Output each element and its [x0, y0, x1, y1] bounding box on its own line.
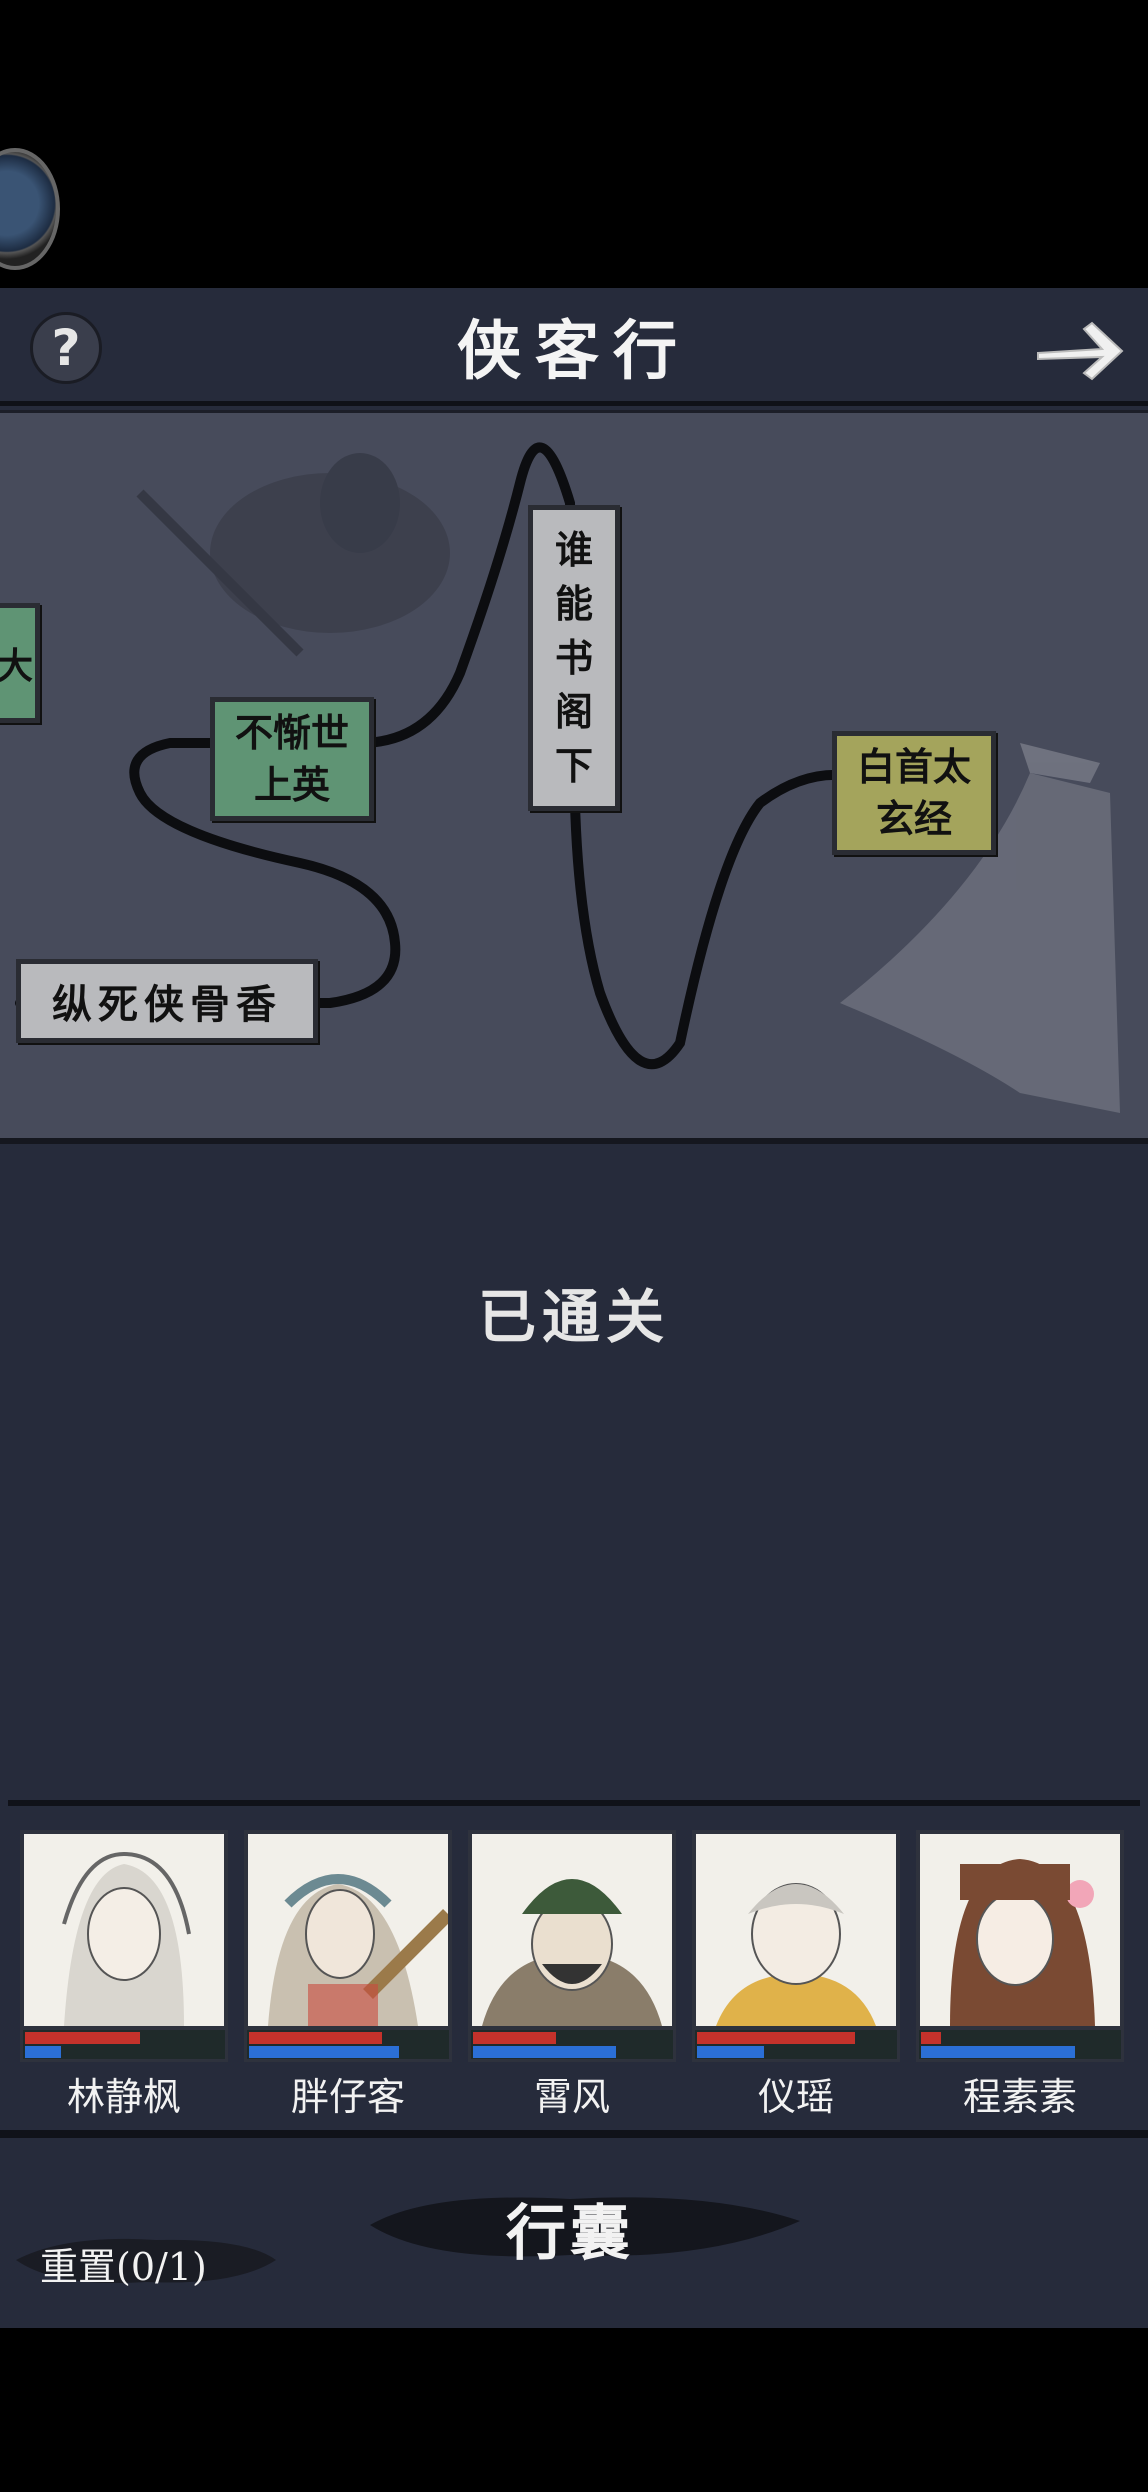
- status-bars: [916, 2030, 1124, 2062]
- arrow-right-icon: [1037, 321, 1124, 381]
- status-bars: [468, 2030, 676, 2062]
- next-button[interactable]: [1030, 310, 1130, 390]
- stage-node-bu-can-shi-shang-ying[interactable]: 不惭世 上英: [210, 697, 374, 821]
- divider: [8, 1800, 1140, 1806]
- mp-bar: [921, 2046, 1075, 2058]
- stage-node-shui-neng-shu-ge-xia[interactable]: 谁 能 书 阁 下: [528, 505, 620, 811]
- mp-bar: [249, 2046, 399, 2058]
- hp-bar: [473, 2032, 556, 2044]
- portrait-image: [244, 1830, 452, 2030]
- party-member[interactable]: 霄风: [468, 1830, 676, 2121]
- route-map: 大 不惭世 上英 谁 能 书 阁 下 白首太 玄经 纵死侠骨香: [0, 410, 1148, 1144]
- mp-bar: [25, 2046, 61, 2058]
- member-name: 霄风: [533, 2075, 610, 2119]
- party-member[interactable]: 仪瑶: [692, 1830, 900, 2121]
- swordsman-silhouette-icon: [136, 453, 450, 657]
- navigation-bar-area: [0, 2328, 1148, 2492]
- hp-bar: [249, 2032, 382, 2044]
- status-bars: [692, 2030, 900, 2062]
- status-bars: [20, 2030, 228, 2062]
- stage-node-bai-shou-tai-xuan-jing[interactable]: 白首太 玄经: [832, 731, 996, 855]
- portrait-image: [20, 1830, 228, 2030]
- bag-button[interactable]: 行囊: [370, 2185, 770, 2272]
- member-name: 程素素: [962, 2075, 1077, 2119]
- page-title: 侠客行: [457, 314, 691, 389]
- portrait-image: [916, 1830, 1124, 2030]
- member-name: 林静枫: [66, 2075, 181, 2119]
- hp-bar: [921, 2032, 941, 2044]
- status-bars: [244, 2030, 452, 2062]
- party-member[interactable]: 程素素: [916, 1830, 1124, 2121]
- status-bar-area: [0, 0, 1148, 288]
- stage-node-zong-si-xia-gu-xiang[interactable]: 纵死侠骨香: [16, 959, 318, 1043]
- divider: [0, 2130, 1148, 2138]
- member-name: 胖仔客: [290, 2075, 405, 2119]
- reset-button[interactable]: 重置(0/1): [40, 2236, 207, 2291]
- mp-bar: [473, 2046, 616, 2058]
- party-member[interactable]: 林静枫: [20, 1830, 228, 2121]
- portrait-image: [468, 1830, 676, 2030]
- hp-bar: [25, 2032, 140, 2044]
- cleared-status: 已通关: [477, 1283, 670, 1351]
- party-roster: 林静枫 胖仔客 霄风 仪瑶 程素素: [20, 1830, 1130, 2119]
- hp-bar: [697, 2032, 855, 2044]
- party-member[interactable]: 胖仔客: [244, 1830, 452, 2121]
- member-name: 仪瑶: [757, 2075, 834, 2119]
- portrait-image: [692, 1830, 900, 2030]
- stage-node-partial[interactable]: 大: [0, 603, 40, 723]
- mp-bar: [697, 2046, 764, 2058]
